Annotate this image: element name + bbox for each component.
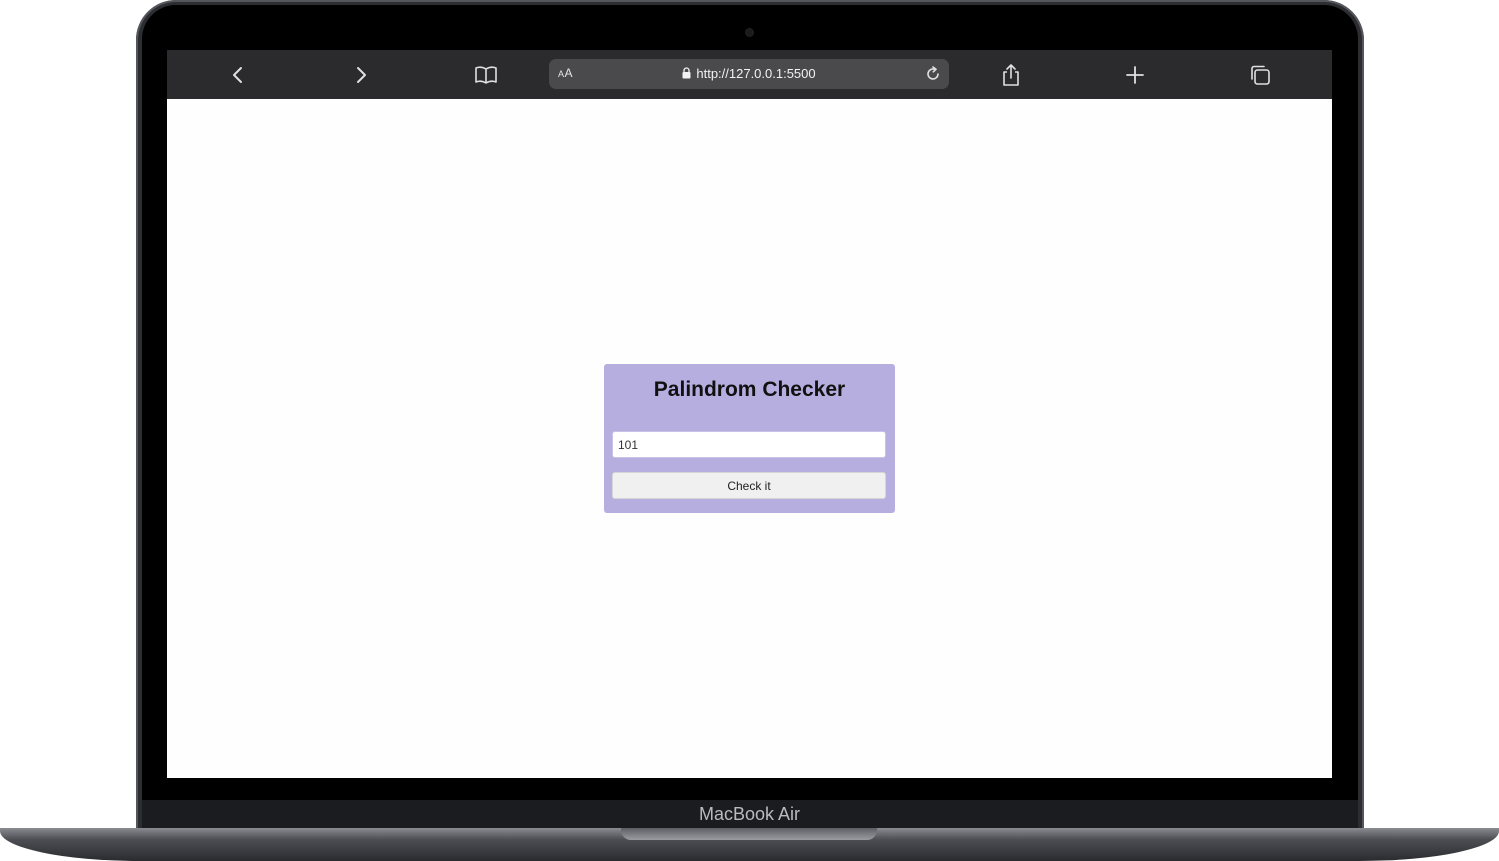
chevron-right-icon[interactable] [348,62,374,88]
chevron-left-icon[interactable] [225,62,251,88]
app-title: Palindrom Checker [653,378,846,401]
word-input[interactable] [612,431,886,458]
lid-notch [621,828,877,840]
url-text: http://127.0.0.1:5500 [696,66,816,81]
camera-icon [746,29,753,36]
device-label: MacBook Air [698,804,801,824]
palindrome-checker-card: Palindrom Checker Check it [604,364,895,513]
reload-icon[interactable] [922,63,944,85]
book-icon[interactable] [473,62,499,88]
browser-toolbar: AA http://127.0.0.1:5500 [167,50,1332,99]
lock-icon [682,67,691,82]
address-bar[interactable]: AA http://127.0.0.1:5500 [549,59,949,89]
share-icon[interactable] [998,62,1024,88]
url-display[interactable]: http://127.0.0.1:5500 [549,66,949,82]
plus-icon[interactable] [1122,62,1148,88]
laptop-mockup: AA http://127.0.0.1:5500 Palindrom Check… [0,0,1499,861]
tabs-icon[interactable] [1247,62,1273,88]
browser-window: AA http://127.0.0.1:5500 Palindrom Check… [167,50,1332,778]
check-button[interactable]: Check it [612,472,886,499]
